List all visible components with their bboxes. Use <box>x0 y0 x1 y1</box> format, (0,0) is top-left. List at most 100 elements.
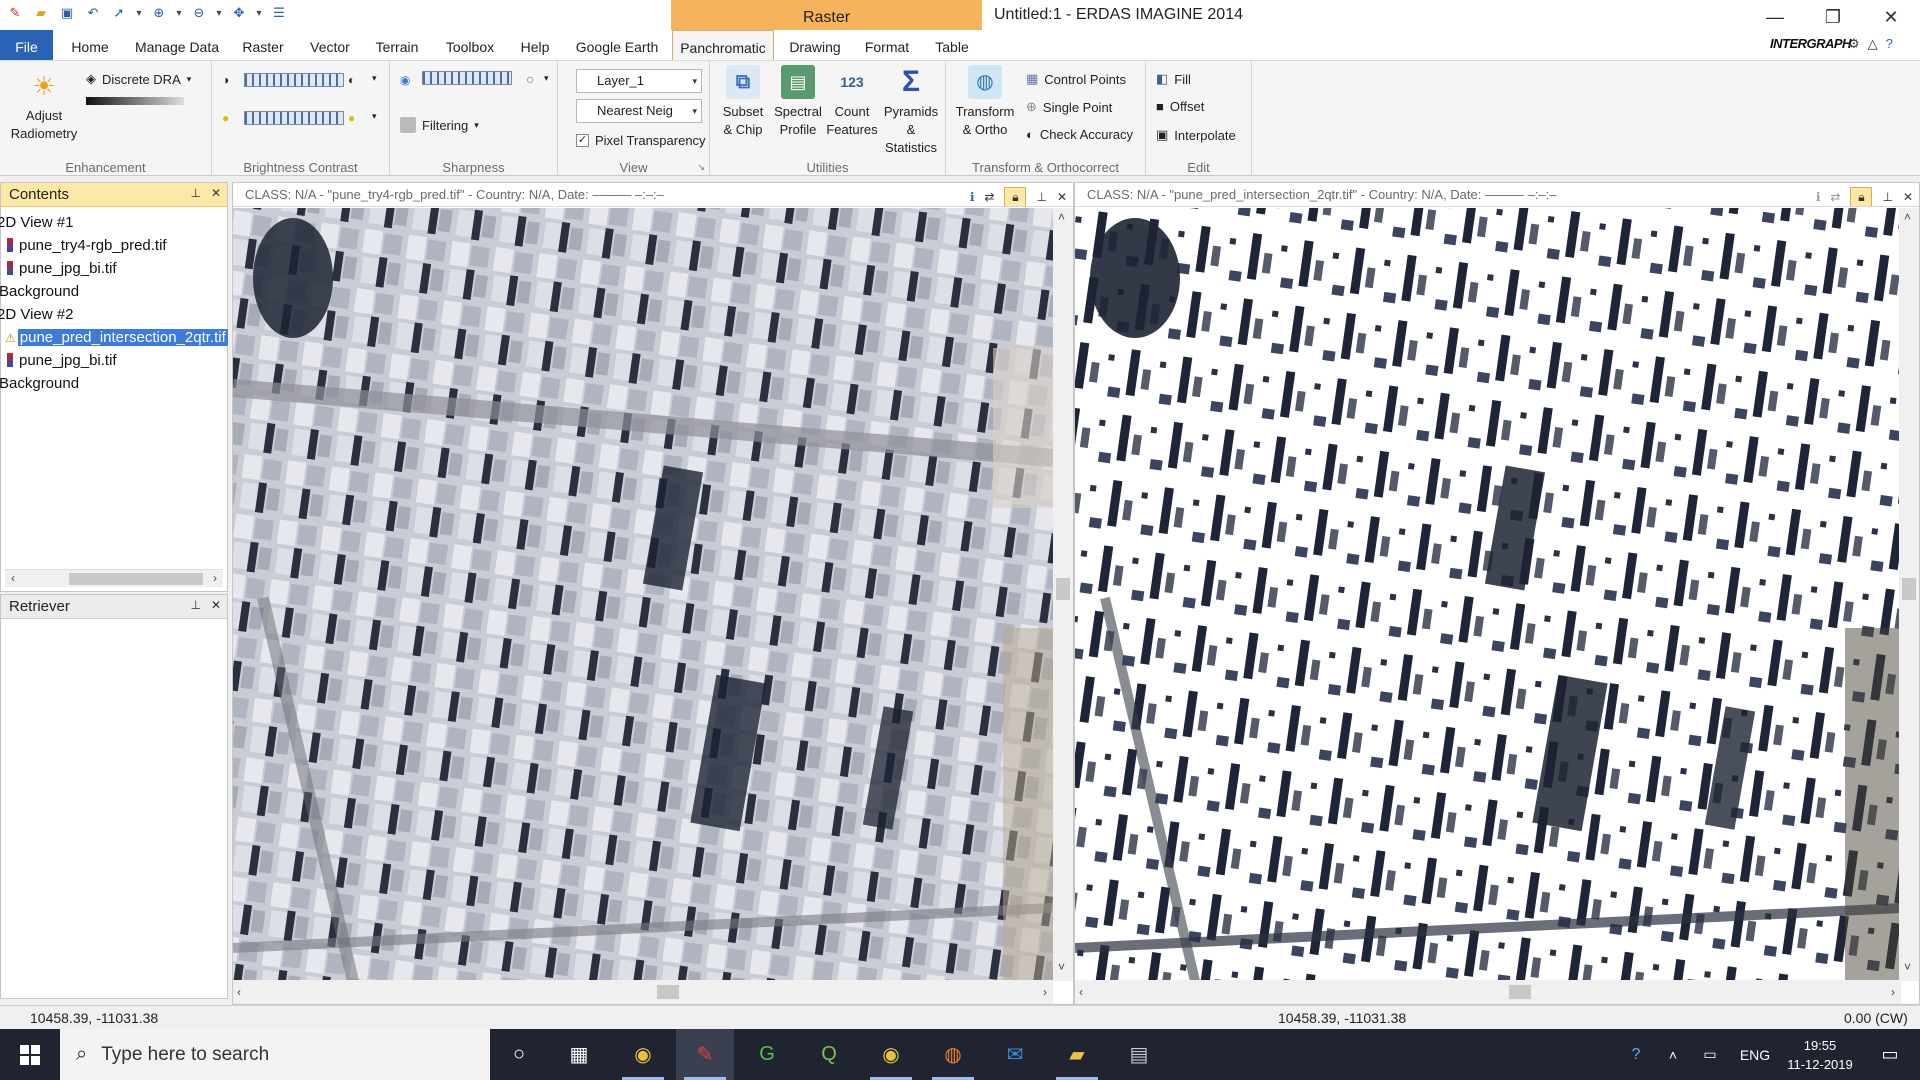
zoom-in-icon[interactable]: ⊕ <box>148 2 170 24</box>
pin-icon[interactable]: ⊥ <box>190 186 200 200</box>
tray-chevron-icon[interactable]: ˄ <box>1656 1047 1690 1063</box>
raster-image-pred-intersection[interactable] <box>1075 208 1901 981</box>
contrast-slider[interactable] <box>244 111 344 125</box>
tree-item-layer[interactable]: pune_jpg_bi.tif <box>7 349 227 372</box>
tab-format[interactable]: Format <box>856 30 918 60</box>
pin-icon[interactable]: ⊥ <box>1882 185 1892 206</box>
dropdown-arrow-icon[interactable]: ▾ <box>372 111 377 122</box>
minimize-button[interactable]: — <box>1746 0 1804 34</box>
info-icon[interactable]: ℹ <box>1816 185 1821 206</box>
contrast-decrease-icon[interactable]: ● <box>222 111 229 125</box>
zoom-out-icon[interactable]: ⊖ <box>188 2 210 24</box>
adjust-radiometry-button[interactable]: ☀ Adjust Radiometry <box>4 69 84 143</box>
chrome-icon[interactable]: ◉ <box>614 1029 672 1080</box>
tab-toolbox[interactable]: Toolbox <box>434 30 506 60</box>
scroll-up-icon[interactable]: ˄ <box>1904 210 1911 224</box>
lock-view-icon[interactable]: 🔒︎ <box>1850 187 1873 206</box>
brightness-slider[interactable] <box>244 73 344 87</box>
fill-button[interactable]: ◧ Fill <box>1156 71 1191 87</box>
firefox-icon[interactable]: ◍ <box>924 1029 982 1080</box>
link-icon[interactable]: ⇄ <box>1830 185 1840 206</box>
tab-raster[interactable]: Raster <box>234 30 292 60</box>
tree-item-layer-selected[interactable]: ⚠ pune_pred_intersection_2qtr.tif <box>5 326 229 349</box>
qgis-icon[interactable]: Q <box>800 1029 858 1080</box>
pin-icon[interactable]: ⊥ <box>1036 185 1046 206</box>
help-icon[interactable]: ? <box>1886 36 1893 52</box>
interpolate-button[interactable]: ▣ Interpolate <box>1156 127 1236 143</box>
scroll-up-icon[interactable]: ˄ <box>1058 210 1065 224</box>
view2-vertical-scrollbar[interactable]: ˄ ˅ <box>1899 208 1919 981</box>
close-icon[interactable]: ✕ <box>1903 185 1913 206</box>
scroll-right-icon[interactable]: › <box>1891 985 1895 999</box>
help-tray-icon[interactable]: ? <box>1616 1046 1656 1064</box>
task-view-icon[interactable]: ▦ <box>550 1029 608 1080</box>
language-indicator[interactable]: ENG <box>1730 1047 1780 1063</box>
sharpness-slider[interactable] <box>422 71 512 85</box>
tab-google-earth[interactable]: Google Earth <box>568 30 666 60</box>
discrete-dra-button[interactable]: ◈ Discrete DRA ▾ <box>86 71 191 87</box>
taskbar-search-box[interactable]: ⌕ Type here to search <box>60 1029 490 1080</box>
transform-ortho-button[interactable]: ◍ Transform & Ortho <box>952 65 1018 139</box>
collapse-ribbon-icon[interactable]: △ <box>1868 36 1878 52</box>
info-icon[interactable]: ℹ <box>970 185 975 206</box>
tree-item-layer[interactable]: pune_try4-rgb_pred.tif <box>7 234 227 257</box>
open-folder-icon[interactable]: ▰ <box>30 2 52 24</box>
start-button[interactable] <box>0 1029 60 1080</box>
erdas-app-icon[interactable]: ✎ <box>4 2 26 24</box>
dropdown-arrow-icon[interactable]: ▾ <box>254 8 264 19</box>
customize-qat-icon[interactable]: ☰ <box>268 2 290 24</box>
pan-icon[interactable]: ✥ <box>228 2 250 24</box>
subset-chip-button[interactable]: ⧉ Subset & Chip <box>718 65 768 139</box>
settings-icon[interactable]: ⚙ <box>1848 36 1860 52</box>
scrollbar-thumb[interactable] <box>1509 985 1531 999</box>
scroll-down-icon[interactable]: ˅ <box>1904 960 1911 974</box>
dropdown-arrow-icon[interactable]: ▾ <box>174 8 184 19</box>
tab-file[interactable]: File <box>0 30 53 60</box>
scrollbar-thumb[interactable] <box>657 985 679 999</box>
brightness-decrease-icon[interactable]: ◑ <box>222 73 229 87</box>
tab-home[interactable]: Home <box>60 30 120 60</box>
erdas-taskbar-icon[interactable]: ✎ <box>676 1029 734 1080</box>
contents-horizontal-scrollbar[interactable]: ‹ › <box>5 569 223 587</box>
close-icon[interactable]: ✕ <box>1057 185 1067 206</box>
tree-item-background[interactable]: Background <box>0 372 227 395</box>
sharpness-increase-icon[interactable]: ○ <box>526 71 534 87</box>
pin-icon[interactable]: ⊥ <box>190 598 200 612</box>
checkbox-checked-icon[interactable]: ✓ <box>576 134 589 147</box>
tab-terrain[interactable]: Terrain <box>368 30 426 60</box>
tab-vector[interactable]: Vector <box>300 30 360 60</box>
dropdown-arrow-icon[interactable]: ▾ <box>134 8 144 19</box>
brightness-increase-icon[interactable]: ◐ <box>348 73 355 87</box>
scroll-left-icon[interactable]: ‹ <box>237 985 241 999</box>
file-explorer-icon[interactable]: ▰ <box>1048 1029 1106 1080</box>
dropdown-arrow-icon[interactable]: ▾ <box>372 73 377 84</box>
scrollbar-thumb[interactable] <box>1902 578 1916 600</box>
layer-combo[interactable]: Layer_1 ▾ <box>576 69 702 93</box>
undo-icon[interactable]: ↶ <box>82 2 104 24</box>
sharpness-decrease-icon[interactable]: ◉ <box>400 73 410 87</box>
tab-help[interactable]: Help <box>514 30 556 60</box>
link-icon[interactable]: ⇄ <box>984 185 994 206</box>
offset-button[interactable]: ■ Offset <box>1156 99 1204 114</box>
view1-vertical-scrollbar[interactable]: ˄ ˅ <box>1053 208 1073 981</box>
count-features-button[interactable]: 123 Count Features <box>826 65 878 139</box>
pyramids-statistics-button[interactable]: Σ Pyramids & Statistics <box>878 65 944 157</box>
select-pointer-icon[interactable]: ➚ <box>108 2 130 24</box>
view1-horizontal-scrollbar[interactable]: ‹ › <box>233 980 1053 1004</box>
lock-view-icon[interactable]: 🔒︎ <box>1004 187 1027 206</box>
control-points-button[interactable]: ▦ Control Points <box>1026 71 1126 87</box>
tab-drawing[interactable]: Drawing <box>780 30 850 60</box>
close-button[interactable]: ✕ <box>1862 0 1920 34</box>
contrast-increase-icon[interactable]: ● <box>348 111 355 125</box>
battery-icon[interactable]: ▭ <box>1690 1046 1730 1063</box>
tree-item-view[interactable]: 2D View #2 <box>0 303 227 326</box>
scroll-right-icon[interactable]: › <box>1043 985 1047 999</box>
check-accuracy-button[interactable]: ◐ Check Accuracy <box>1026 127 1133 142</box>
clock[interactable]: 19:55 11-12-2019 <box>1780 1036 1860 1074</box>
filtering-button[interactable]: Filtering ▾ <box>400 117 479 133</box>
close-icon[interactable]: ✕ <box>211 186 221 200</box>
scroll-left-icon[interactable]: ‹ <box>1079 985 1083 999</box>
tree-item-background[interactable]: Background <box>0 280 227 303</box>
close-icon[interactable]: ✕ <box>211 598 221 612</box>
spectral-profile-button[interactable]: ▤ Spectral Profile <box>770 65 826 139</box>
